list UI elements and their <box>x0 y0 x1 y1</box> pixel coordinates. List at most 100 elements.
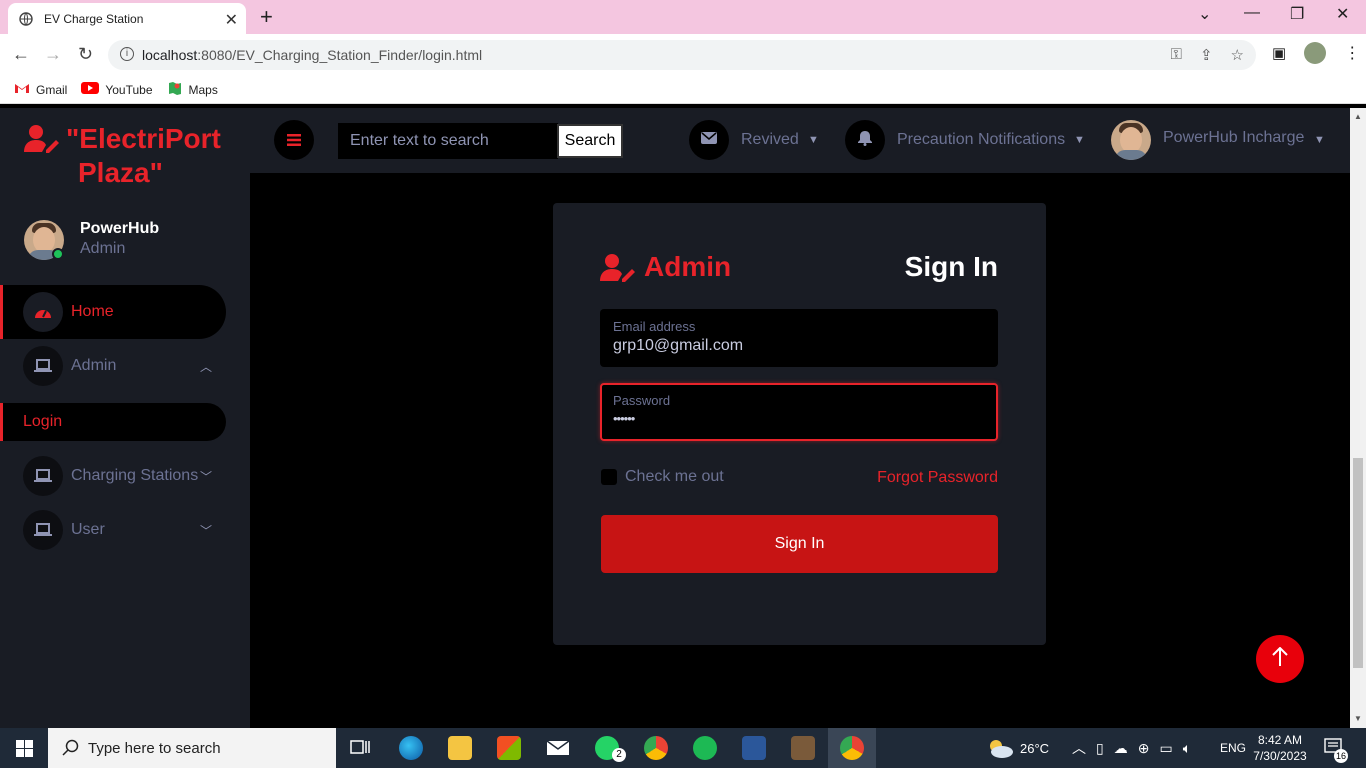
reload-button[interactable]: ↻ <box>78 44 93 65</box>
sidebar-item-charging-stations[interactable]: Charging Stations ﹀ <box>0 449 226 503</box>
browser-menu-icon[interactable]: ⋮ <box>1344 43 1360 63</box>
bookmark-gmail[interactable]: Gmail <box>14 82 67 97</box>
site-info-icon[interactable]: i <box>120 47 134 61</box>
mail-icon[interactable] <box>546 736 570 760</box>
sidebar-item-label: Login <box>23 413 63 430</box>
close-tab-icon[interactable]: ✕ <box>225 10 238 30</box>
menu-toggle-button[interactable] <box>274 120 314 160</box>
key-icon[interactable]: ⚿ <box>1171 46 1182 64</box>
password-value[interactable]: •••••• <box>613 411 635 426</box>
address-bar[interactable]: i localhost:8080/EV_Charging_Station_Fin… <box>108 40 1256 70</box>
remember-checkbox[interactable] <box>601 469 617 485</box>
remember-label[interactable]: Check me out <box>625 468 724 486</box>
volume-icon[interactable]: 🔈︎ <box>1183 740 1191 757</box>
task-view-icon[interactable] <box>349 736 373 760</box>
cloud-icon[interactable]: ☁ <box>1114 740 1128 757</box>
notifications-label[interactable]: Precaution Notifications <box>897 131 1065 149</box>
laptop-icon <box>23 456 63 496</box>
login-heading: Sign In <box>904 251 998 282</box>
system-tray-icons[interactable]: ︿ ▯ ☁ ⊕ ▭ 🔈︎ <box>1072 728 1191 768</box>
app-icon[interactable] <box>791 736 815 760</box>
network-icon[interactable]: ⊕ <box>1138 740 1150 757</box>
bookmark-maps[interactable]: Maps <box>167 80 218 99</box>
login-role-title: Admin <box>644 251 732 282</box>
password-field[interactable]: Password •••••• <box>600 383 998 441</box>
edge-icon[interactable] <box>399 736 423 760</box>
sidebar-item-user[interactable]: User ﹀ <box>0 503 226 557</box>
sidebar: "ElectriPort Plaza" PowerHub Admin Home … <box>0 108 250 728</box>
email-field[interactable]: Email address grp10@gmail.com <box>600 309 998 367</box>
sidebar-item-label: Home <box>71 303 114 320</box>
weather-temperature[interactable]: 26°C <box>1020 728 1049 768</box>
side-panel-icon[interactable]: ▣ <box>1272 44 1286 62</box>
new-tab-button[interactable]: + <box>260 4 273 30</box>
user-menu-label[interactable]: PowerHub Incharge <box>1163 129 1304 147</box>
restore-button[interactable]: ❐ <box>1290 4 1304 24</box>
word-icon[interactable] <box>742 736 766 760</box>
profile-role: Admin <box>80 240 126 257</box>
profile-name: PowerHub <box>80 220 160 237</box>
email-value[interactable]: grp10@gmail.com <box>613 337 743 355</box>
weather-icon[interactable] <box>986 738 1014 763</box>
sidebar-item-admin[interactable]: Admin ︿ <box>0 339 226 393</box>
chevron-up-icon: ︿ <box>199 359 212 374</box>
chevron-up-icon[interactable]: ︿ <box>1072 738 1086 758</box>
star-icon[interactable]: ☆ <box>1231 46 1244 64</box>
back-to-top-button[interactable] <box>1256 635 1304 683</box>
url-path: :8080/EV_Charging_Station_Finder/login.h… <box>197 47 483 63</box>
store-icon[interactable] <box>497 736 521 760</box>
device-icon[interactable]: ▯ <box>1096 740 1104 757</box>
file-explorer-icon[interactable] <box>448 736 472 760</box>
forward-button[interactable]: → <box>44 44 62 65</box>
tab-search-chevron-icon[interactable]: ⌄ <box>1198 4 1211 24</box>
browser-tab-strip: EV Charge Station ✕ + ⌄ — ❐ ✕ <box>0 0 1366 34</box>
top-navbar: Search Revived ▼ Precaution Notification… <box>250 108 1350 173</box>
spotify-icon[interactable] <box>693 736 717 760</box>
scrollbar-thumb[interactable] <box>1353 458 1363 668</box>
forgot-password-link[interactable]: Forgot Password <box>877 469 998 487</box>
profile-avatar[interactable] <box>1304 42 1327 64</box>
language-indicator[interactable]: ENG <box>1220 728 1246 768</box>
chevron-down-icon: ﹀ <box>199 523 212 538</box>
scroll-up-arrow-icon[interactable]: ▲ <box>1354 112 1362 121</box>
battery-icon[interactable]: ▭ <box>1159 740 1172 757</box>
messages-label[interactable]: Revived <box>741 131 799 149</box>
clock-date: 7/30/2023 <box>1253 749 1307 763</box>
email-label: Email address <box>613 319 696 334</box>
active-chrome-taskbar-button[interactable] <box>828 728 876 768</box>
windows-start-icon[interactable] <box>16 740 33 757</box>
search-icon <box>62 739 80 761</box>
user-edit-icon <box>24 124 60 162</box>
sidebar-subitem-login[interactable]: Login <box>0 403 226 441</box>
back-button[interactable]: ← <box>12 44 30 65</box>
search-input[interactable] <box>338 123 558 159</box>
notification-count-badge: 16 <box>1334 749 1349 763</box>
user-avatar[interactable] <box>1111 120 1151 160</box>
taskbar-clock[interactable]: 8:42 AM 7/30/2023 <box>1250 732 1310 764</box>
chrome-icon[interactable] <box>644 736 668 760</box>
notifications-button[interactable] <box>845 120 885 160</box>
messages-button[interactable] <box>689 120 729 160</box>
minimize-button[interactable]: — <box>1244 4 1260 22</box>
laptop-icon <box>23 510 63 550</box>
browser-tab[interactable]: EV Charge Station ✕ <box>8 3 246 34</box>
taskbar-search[interactable]: Type here to search <box>48 728 336 768</box>
close-window-button[interactable]: ✕ <box>1336 4 1349 24</box>
share-icon[interactable]: ⇪ <box>1200 46 1213 64</box>
brand-name-line2: Plaza" <box>78 157 163 188</box>
bookmark-youtube[interactable]: YouTube <box>81 82 153 97</box>
sidebar-profile: PowerHub Admin <box>24 220 244 264</box>
gmail-icon <box>14 82 30 97</box>
page-scrollbar[interactable]: ▲ ▼ <box>1350 108 1366 728</box>
online-status-dot <box>52 248 64 260</box>
user-edit-icon <box>600 253 636 288</box>
chevron-down-icon: ▼ <box>1074 134 1085 146</box>
sidebar-item-home[interactable]: Home <box>0 285 226 339</box>
taskbar-search-placeholder: Type here to search <box>88 739 221 757</box>
sign-in-button[interactable]: Sign In <box>601 515 998 573</box>
chevron-down-icon: ▼ <box>1314 134 1325 146</box>
scroll-down-arrow-icon[interactable]: ▼ <box>1354 714 1362 723</box>
search-button[interactable]: Search <box>557 124 623 158</box>
url-host: localhost <box>142 47 198 63</box>
chevron-down-icon: ▼ <box>808 134 819 146</box>
